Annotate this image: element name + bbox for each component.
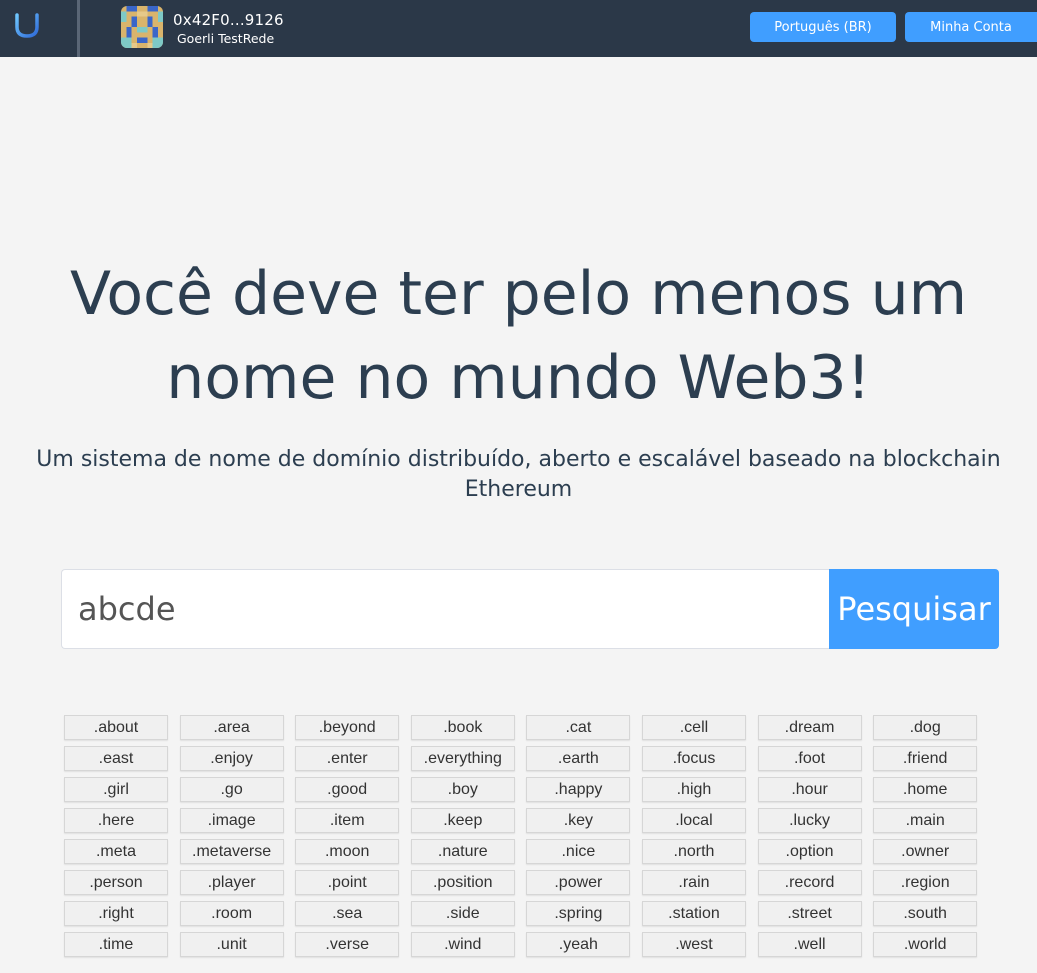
tld-button[interactable]: .world bbox=[873, 932, 978, 957]
tld-button[interactable]: .key bbox=[526, 808, 631, 833]
tld-button[interactable]: .unit bbox=[179, 932, 284, 957]
tld-button[interactable]: .earth bbox=[526, 746, 631, 771]
tld-button[interactable]: .here bbox=[64, 808, 168, 833]
tld-button[interactable]: .girl bbox=[64, 777, 168, 802]
tld-button[interactable]: .region bbox=[873, 870, 978, 895]
tld-button[interactable]: .beyond bbox=[295, 715, 400, 740]
tld-button[interactable]: .sea bbox=[295, 901, 400, 926]
tld-button[interactable]: .side bbox=[410, 901, 515, 926]
tld-button[interactable]: .position bbox=[410, 870, 515, 895]
tld-button[interactable]: .meta bbox=[64, 839, 168, 864]
tld-button[interactable]: .record bbox=[757, 870, 862, 895]
tld-button[interactable]: .foot bbox=[757, 746, 862, 771]
tld-button[interactable]: .power bbox=[526, 870, 631, 895]
tld-button[interactable]: .metaverse bbox=[179, 839, 284, 864]
tld-button[interactable]: .enjoy bbox=[179, 746, 284, 771]
tld-button[interactable]: .rain bbox=[641, 870, 746, 895]
tld-button[interactable]: .lucky bbox=[757, 808, 862, 833]
tld-button[interactable]: .yeah bbox=[526, 932, 631, 957]
tld-button[interactable]: .nature bbox=[410, 839, 515, 864]
page-title: Você deve ter pelo menos um nome no mund… bbox=[69, 259, 968, 413]
tld-button[interactable]: .option bbox=[757, 839, 862, 864]
tld-button[interactable]: .hour bbox=[757, 777, 862, 802]
page-subtitle: Um sistema de nome de domínio distribuíd… bbox=[36, 447, 1001, 502]
tld-button[interactable]: .dream bbox=[757, 715, 862, 740]
tld-button[interactable]: .keep bbox=[410, 808, 515, 833]
tld-button[interactable]: .dog bbox=[873, 715, 978, 740]
tld-button[interactable]: .well bbox=[757, 932, 862, 957]
tld-button[interactable]: .local bbox=[641, 808, 746, 833]
tld-button[interactable]: .high bbox=[641, 777, 746, 802]
tld-button[interactable]: .south bbox=[873, 901, 978, 926]
search-button[interactable]: Pesquisar bbox=[829, 569, 999, 649]
tld-button[interactable]: .image bbox=[179, 808, 284, 833]
network-name: Goerli TestRede bbox=[177, 31, 275, 46]
tld-button[interactable]: .owner bbox=[873, 839, 978, 864]
tld-button[interactable]: .book bbox=[410, 715, 515, 740]
tld-button[interactable]: .person bbox=[64, 870, 168, 895]
tld-button[interactable]: .point bbox=[295, 870, 400, 895]
tld-button[interactable]: .go bbox=[179, 777, 284, 802]
tld-button[interactable]: .item bbox=[295, 808, 400, 833]
domain-search-input[interactable] bbox=[61, 569, 829, 649]
tld-button[interactable]: .north bbox=[641, 839, 746, 864]
tld-button[interactable]: .moon bbox=[295, 839, 400, 864]
tld-button[interactable]: .friend bbox=[873, 746, 978, 771]
tld-button[interactable]: .everything bbox=[410, 746, 515, 771]
tld-button[interactable]: .about bbox=[64, 715, 168, 740]
tld-button[interactable]: .cell bbox=[641, 715, 746, 740]
top-navigation-bar: 0x42F0...9126 Goerli TestRede Português … bbox=[0, 0, 1037, 57]
tld-button[interactable]: .east bbox=[64, 746, 168, 771]
account-address: 0x42F0...9126 bbox=[173, 11, 284, 29]
tld-button[interactable]: .verse bbox=[295, 932, 400, 957]
tld-button[interactable]: .room bbox=[179, 901, 284, 926]
tld-button[interactable]: .street bbox=[757, 901, 862, 926]
tld-button[interactable]: .enter bbox=[295, 746, 400, 771]
tld-button[interactable]: .player bbox=[179, 870, 284, 895]
tld-button[interactable]: .good bbox=[295, 777, 400, 802]
tld-button[interactable]: .area bbox=[179, 715, 284, 740]
tld-suffix-grid: .about .area .beyond .book .cat .cell .dream .d… bbox=[64, 715, 984, 957]
tld-button[interactable]: .right bbox=[64, 901, 168, 926]
tld-button[interactable]: .spring bbox=[526, 901, 631, 926]
tld-button[interactable]: .cat bbox=[526, 715, 631, 740]
tld-button[interactable]: .nice bbox=[526, 839, 631, 864]
language-button[interactable]: Português (BR) bbox=[750, 12, 896, 42]
my-account-button[interactable]: Minha Conta bbox=[905, 12, 1037, 42]
tld-button[interactable]: .time bbox=[64, 932, 168, 957]
tld-button[interactable]: .west bbox=[641, 932, 746, 957]
tld-button[interactable]: .focus bbox=[641, 746, 746, 771]
tld-button[interactable]: .home bbox=[873, 777, 978, 802]
tld-button[interactable]: .boy bbox=[410, 777, 515, 802]
tld-button[interactable]: .station bbox=[641, 901, 746, 926]
tld-button[interactable]: .happy bbox=[526, 777, 631, 802]
account-avatar[interactable] bbox=[121, 6, 163, 48]
u-logo-icon[interactable] bbox=[14, 13, 40, 39]
tld-button[interactable]: .main bbox=[873, 808, 978, 833]
header-divider bbox=[77, 0, 80, 57]
tld-button[interactable]: .wind bbox=[410, 932, 515, 957]
